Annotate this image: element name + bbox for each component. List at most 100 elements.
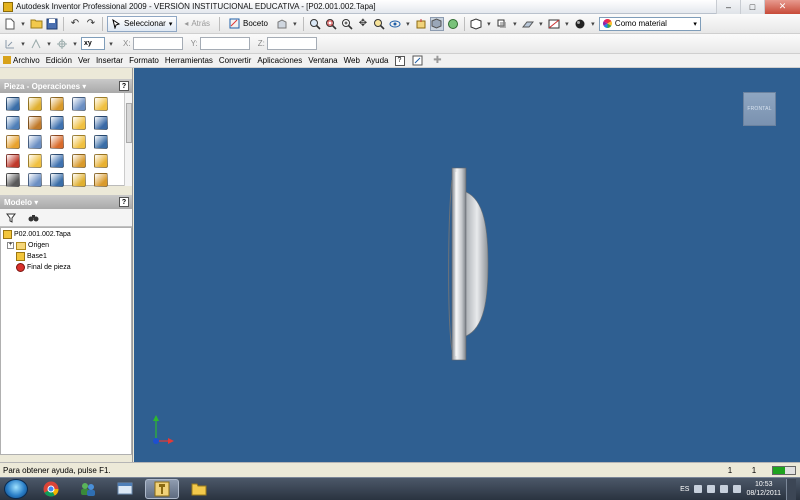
operations-help-icon[interactable]: ? <box>119 81 129 91</box>
save-icon[interactable] <box>45 17 59 31</box>
y-coordinate-input[interactable] <box>199 37 250 50</box>
section-view-icon[interactable] <box>547 17 561 31</box>
volume-icon[interactable] <box>733 485 742 493</box>
pan-icon[interactable]: ✥ <box>356 17 370 31</box>
taskbar-users-button[interactable] <box>71 479 105 499</box>
taskbar-explorer-button[interactable] <box>108 479 142 499</box>
tree-node-origin[interactable]: + Origen <box>3 240 129 251</box>
constraint-icon[interactable] <box>29 37 43 51</box>
graphics-viewport[interactable]: FRONTAL <box>134 68 800 462</box>
new-dropdown-icon[interactable]: ▾ <box>19 17 27 31</box>
operation-tool-icon[interactable] <box>72 115 86 130</box>
color-sphere-icon[interactable] <box>573 17 587 31</box>
operation-tool-icon[interactable] <box>72 153 86 168</box>
operation-tool-icon[interactable] <box>6 96 20 111</box>
operation-tool-icon[interactable] <box>6 134 20 149</box>
menu-web[interactable]: Web <box>344 56 360 65</box>
plane-select[interactable]: xy <box>81 37 105 50</box>
tree-root-node[interactable]: P02.001.002.Tapa <box>3 229 129 240</box>
scrollbar-thumb[interactable] <box>126 103 132 143</box>
display-mode-icon[interactable] <box>446 17 460 31</box>
flag-icon[interactable] <box>707 485 716 493</box>
model-panel-header[interactable]: Modelo ▾ ? <box>0 195 132 209</box>
menu-archivo[interactable]: Archivo <box>3 56 40 65</box>
help-icon[interactable]: ? <box>394 55 405 66</box>
camera-view-icon[interactable] <box>469 17 483 31</box>
sketch-button[interactable]: Boceto <box>224 16 273 32</box>
viewcube[interactable]: FRONTAL <box>743 92 776 126</box>
operation-tool-icon[interactable] <box>94 134 108 149</box>
operation-tool-icon[interactable] <box>50 172 64 187</box>
menu-formato[interactable]: Formato <box>129 56 159 65</box>
operation-tool-icon[interactable] <box>6 153 20 168</box>
shadow-dropdown-icon[interactable]: ▾ <box>511 17 519 31</box>
plane-dropdown-icon[interactable]: ▾ <box>107 37 115 51</box>
ground-dropdown-icon[interactable]: ▾ <box>537 17 545 31</box>
minimize-button[interactable]: – <box>716 0 740 14</box>
model-help-icon[interactable]: ? <box>119 197 129 207</box>
menu-insertar[interactable]: Insertar <box>96 56 123 65</box>
x-coordinate-input[interactable] <box>132 37 183 50</box>
zoom-icon[interactable] <box>340 17 354 31</box>
menu-convertir[interactable]: Convertir <box>219 56 251 65</box>
zoom-window-icon[interactable] <box>324 17 338 31</box>
operation-tool-icon[interactable] <box>50 134 64 149</box>
shadow-icon[interactable] <box>495 17 509 31</box>
operation-tool-icon[interactable] <box>94 153 108 168</box>
operation-tool-icon[interactable] <box>6 115 20 130</box>
taskbar-folder-button[interactable] <box>182 479 216 499</box>
orbit-icon[interactable] <box>388 17 402 31</box>
constraint-dropdown-icon[interactable]: ▾ <box>45 37 53 51</box>
show-desktop-button[interactable] <box>786 478 796 500</box>
operations-panel-header[interactable]: Pieza - Operaciones ▾ ? <box>0 79 132 93</box>
snap-icon[interactable] <box>55 37 69 51</box>
expand-icon[interactable]: + <box>7 242 14 249</box>
zoom-selected-icon[interactable] <box>372 17 386 31</box>
maximize-button[interactable]: □ <box>740 0 764 14</box>
material-select[interactable]: Como material ▾ <box>598 16 701 31</box>
dimension-icon[interactable] <box>3 37 17 51</box>
redo-icon[interactable]: ↷ <box>84 17 98 31</box>
show-hidden-icons-icon[interactable] <box>694 485 703 493</box>
add-icon[interactable]: ✚ <box>431 54 445 68</box>
operation-tool-icon[interactable] <box>94 115 108 130</box>
back-button[interactable]: ◂ Atrás <box>179 16 215 32</box>
operations-scrollbar[interactable] <box>124 93 132 186</box>
menu-aplicaciones[interactable]: Aplicaciones <box>257 56 302 65</box>
update-icon[interactable] <box>275 17 289 31</box>
select-button[interactable]: Seleccionar ▾ <box>107 15 178 32</box>
camera-dropdown-icon[interactable]: ▾ <box>485 17 493 31</box>
ground-plane-icon[interactable] <box>521 17 535 31</box>
open-folder-icon[interactable] <box>29 17 43 31</box>
menu-ayuda[interactable]: Ayuda <box>366 56 389 65</box>
network-icon[interactable] <box>720 485 729 493</box>
part-model[interactable] <box>432 166 502 366</box>
menu-edicion[interactable]: Edición <box>46 56 72 65</box>
z-coordinate-input[interactable] <box>266 37 317 50</box>
start-button[interactable] <box>4 479 28 499</box>
operation-tool-icon[interactable] <box>94 96 108 111</box>
operation-tool-icon[interactable] <box>72 172 86 187</box>
tree-node-base[interactable]: Base1 <box>3 251 129 262</box>
zoom-all-icon[interactable] <box>308 17 322 31</box>
operation-tool-icon[interactable] <box>28 172 42 187</box>
operation-tool-icon[interactable] <box>72 134 86 149</box>
inventor-app-icon[interactable] <box>3 1 13 12</box>
operation-tool-icon[interactable] <box>28 153 42 168</box>
operation-tool-icon[interactable] <box>50 115 64 130</box>
menu-ventana[interactable]: Ventana <box>308 56 337 65</box>
find-binoculars-icon[interactable] <box>26 211 40 225</box>
language-indicator[interactable]: ES <box>680 486 689 493</box>
update-dropdown-icon[interactable]: ▾ <box>291 17 299 31</box>
tree-node-end-of-part[interactable]: Final de pieza <box>3 262 129 273</box>
snap-dropdown-icon[interactable]: ▾ <box>71 37 79 51</box>
orbit-dropdown-icon[interactable]: ▾ <box>404 17 412 31</box>
operation-tool-icon[interactable] <box>28 134 42 149</box>
operation-tool-icon[interactable] <box>28 96 42 111</box>
menu-ver[interactable]: Ver <box>78 56 90 65</box>
taskbar-inventor-button[interactable] <box>145 479 179 499</box>
dimension-dropdown-icon[interactable]: ▾ <box>19 37 27 51</box>
operation-tool-icon[interactable] <box>6 172 20 187</box>
filter-icon[interactable] <box>4 211 18 225</box>
tools-icon[interactable] <box>411 54 425 68</box>
